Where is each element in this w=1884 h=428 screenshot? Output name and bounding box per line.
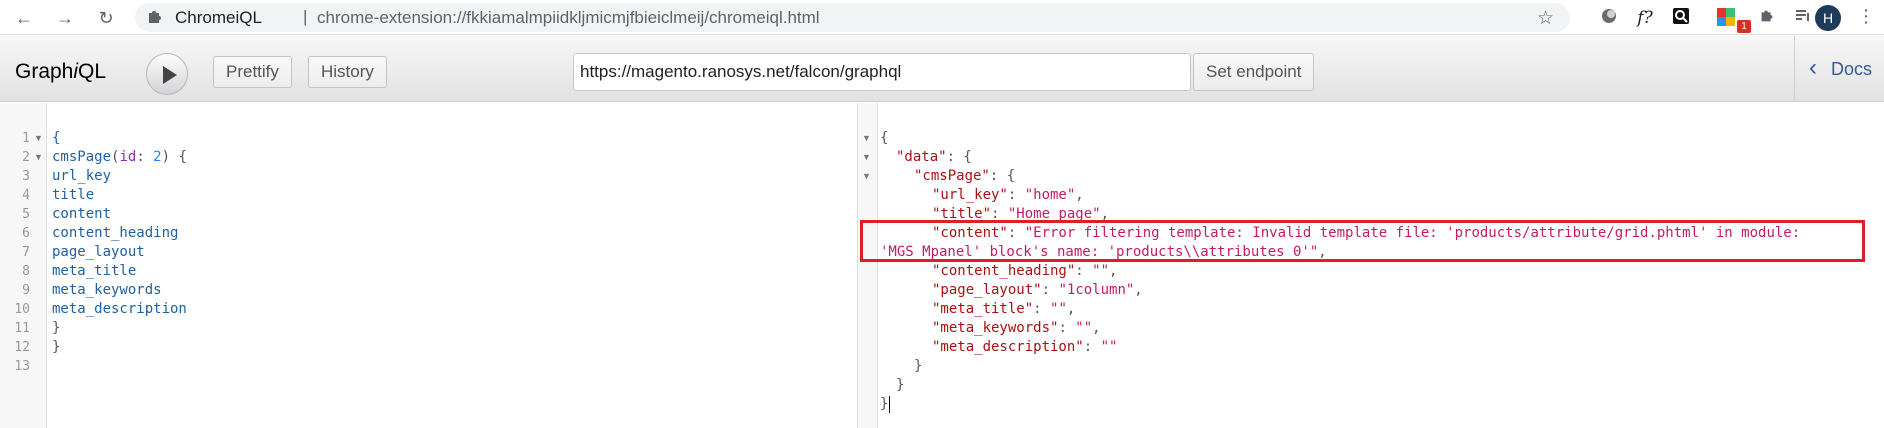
extension-circle-icon[interactable] bbox=[1598, 7, 1620, 29]
extension-function-icon[interactable]: f? bbox=[1634, 7, 1656, 29]
site-label: ChromeiQL bbox=[175, 8, 262, 27]
result-line: "data": { bbox=[896, 149, 972, 165]
json-key: "data" bbox=[896, 149, 947, 165]
line-number: 7 bbox=[22, 245, 30, 260]
line-number: 12 bbox=[14, 340, 30, 355]
extension-search-icon[interactable] bbox=[1670, 7, 1692, 29]
result-line: "meta_description": "" bbox=[932, 339, 1118, 355]
history-button[interactable]: History bbox=[308, 56, 387, 88]
fold-arrow-icon[interactable]: ▼ bbox=[862, 148, 871, 167]
reload-icon[interactable]: ↻ bbox=[95, 7, 117, 29]
line-number: 11 bbox=[14, 321, 30, 336]
json-key: "url_key" bbox=[932, 187, 1008, 203]
query-arg-value: 2 bbox=[153, 149, 162, 165]
json-string: "" bbox=[1075, 320, 1093, 336]
line-number: 13 bbox=[14, 359, 30, 374]
result-line: } bbox=[896, 377, 905, 393]
json-string: "" bbox=[1092, 263, 1110, 279]
query-line: meta_description bbox=[52, 301, 187, 317]
line-number-gutter: 1 2 3 4 5 6 7 8 9 10 11 12 13 ▼ ▼ bbox=[0, 103, 47, 428]
fold-arrow-icon[interactable]: ▼ bbox=[34, 148, 43, 167]
graphiql-logo: GraphiQL bbox=[15, 60, 107, 83]
query-arg-name: id bbox=[119, 149, 137, 165]
json-string: "home" bbox=[1024, 187, 1076, 203]
fold-arrow-icon[interactable]: ▼ bbox=[862, 167, 871, 186]
execute-query-button[interactable] bbox=[146, 53, 188, 95]
play-icon bbox=[163, 66, 177, 84]
result-gutter: ▼ ▼ ▼ bbox=[858, 103, 878, 428]
result-line: "page_layout": "1column", bbox=[932, 282, 1143, 298]
extension-puzzle-icon bbox=[149, 11, 161, 23]
forward-arrow-icon[interactable]: → bbox=[54, 7, 76, 29]
result-line: "url_key": "home", bbox=[932, 187, 1084, 203]
result-line: "meta_keywords": "", bbox=[932, 320, 1101, 336]
query-punct: ) { bbox=[161, 149, 187, 165]
fold-arrow-icon[interactable]: ▼ bbox=[34, 129, 43, 148]
chevron-left-icon: ‹ bbox=[1809, 54, 1817, 81]
docs-label: Docs bbox=[1831, 59, 1873, 79]
result-line: { bbox=[880, 130, 889, 146]
line-number: 4 bbox=[22, 188, 30, 203]
extension-color-icon[interactable] bbox=[1715, 7, 1737, 29]
result-line: } bbox=[914, 358, 923, 374]
extensions-puzzle-icon[interactable] bbox=[1756, 7, 1778, 29]
reading-list-icon[interactable] bbox=[1792, 7, 1814, 29]
result-line: } bbox=[880, 396, 889, 412]
json-string: "1column" bbox=[1058, 282, 1135, 298]
json-key: "page_layout" bbox=[932, 282, 1042, 298]
json-key: "content_heading" bbox=[932, 263, 1076, 279]
line-number: 8 bbox=[22, 264, 30, 279]
graphiql-toolbar: GraphiQL Prettify History Set endpoint ‹… bbox=[0, 36, 1884, 102]
url-text[interactable]: chrome-extension://fkkiamalmpiidkljmicmj… bbox=[317, 8, 820, 28]
query-punct: : bbox=[136, 149, 154, 165]
result-line: "meta_title": "", bbox=[932, 301, 1076, 317]
address-bar[interactable]: ChromeiQL | chrome-extension://fkkiamalm… bbox=[135, 3, 1570, 32]
line-number: 10 bbox=[14, 302, 30, 317]
json-key: "meta_keywords" bbox=[932, 320, 1059, 336]
result-viewer: ▼ ▼ ▼ { "data": { "cmsPage": { "url_key"… bbox=[858, 103, 1884, 428]
line-number: 3 bbox=[22, 169, 30, 184]
json-key: "meta_description" bbox=[932, 339, 1084, 355]
query-line: content_heading bbox=[52, 225, 179, 241]
line-number: 2 bbox=[22, 150, 30, 165]
query-line: meta_title bbox=[52, 263, 137, 279]
docs-toggle[interactable]: ‹ Docs bbox=[1794, 36, 1884, 102]
bookmark-star-icon[interactable]: ☆ bbox=[1537, 7, 1554, 30]
query-line: } bbox=[52, 320, 61, 336]
endpoint-input[interactable] bbox=[573, 53, 1191, 91]
prettify-button[interactable]: Prettify bbox=[213, 56, 292, 88]
query-line: } bbox=[52, 339, 61, 355]
query-line: title bbox=[52, 187, 95, 203]
query-line: url_key bbox=[52, 168, 112, 184]
extension-badge: 1 bbox=[1737, 20, 1751, 33]
query-line: meta_keywords bbox=[52, 282, 162, 298]
line-number: 6 bbox=[22, 226, 30, 241]
line-number: 1 bbox=[22, 131, 30, 146]
line-number: 9 bbox=[22, 283, 30, 298]
browser-toolbar: ← → ↻ ChromeiQL | chrome-extension://fkk… bbox=[0, 0, 1884, 35]
line-number: 5 bbox=[22, 207, 30, 222]
query-line: page_layout bbox=[52, 244, 145, 260]
result-line: "content_heading": "", bbox=[932, 263, 1118, 279]
set-endpoint-button[interactable]: Set endpoint bbox=[1193, 53, 1315, 91]
profile-avatar[interactable]: H bbox=[1815, 5, 1841, 31]
result-line: "cmsPage": { bbox=[914, 168, 1016, 184]
query-line: content bbox=[52, 206, 112, 222]
chrome-menu-icon[interactable]: ⋮ bbox=[1857, 6, 1875, 27]
json-string: "" bbox=[1100, 339, 1118, 355]
query-line: cmsPage(id: 2) { bbox=[52, 148, 187, 167]
query-editor[interactable]: 1 2 3 4 5 6 7 8 9 10 11 12 13 ▼ ▼ { cmsP… bbox=[0, 103, 857, 428]
text-cursor bbox=[889, 396, 890, 413]
fold-arrow-icon[interactable]: ▼ bbox=[862, 129, 871, 148]
url-separator: | bbox=[303, 7, 308, 26]
json-key: "meta_title" bbox=[932, 301, 1034, 317]
query-line: { bbox=[52, 130, 61, 146]
highlight-annotation-box bbox=[860, 220, 1865, 262]
json-string: "" bbox=[1050, 301, 1067, 317]
json-key: "cmsPage" bbox=[914, 168, 990, 184]
back-arrow-icon[interactable]: ← bbox=[13, 7, 35, 29]
query-field-name: cmsPage bbox=[52, 149, 112, 165]
